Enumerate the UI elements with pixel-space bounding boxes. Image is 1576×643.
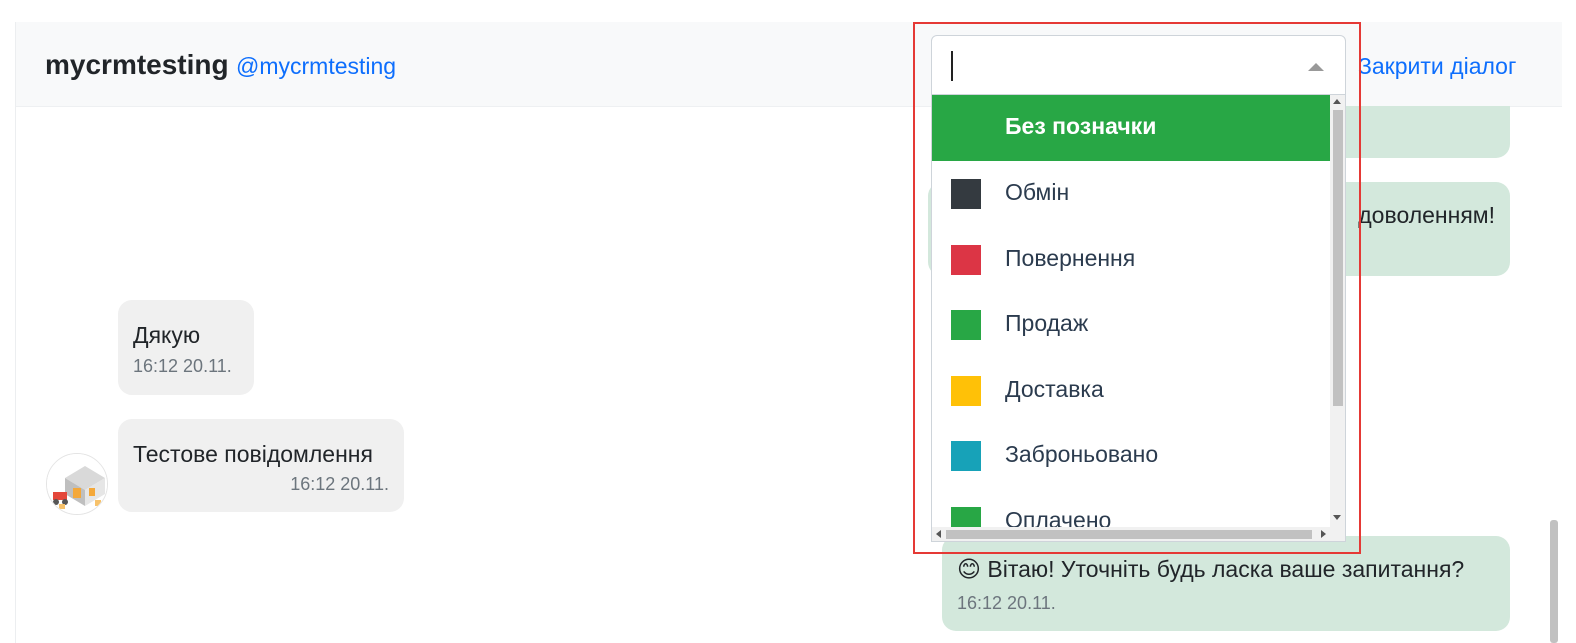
- scrollbar-thumb[interactable]: [946, 530, 1312, 539]
- tag-color-swatch: [951, 441, 981, 471]
- tag-option-label: Продаж: [1005, 310, 1089, 336]
- message-bubble-outgoing: 😊 Вітаю! Уточніть будь ласка ваше запита…: [942, 536, 1510, 631]
- text-cursor: [951, 51, 953, 81]
- message-text: 😊 Вітаю! Уточніть будь ласка ваше запита…: [957, 556, 1464, 583]
- tag-option-reserved[interactable]: Заброньовано: [932, 423, 1330, 489]
- contact-handle-link[interactable]: @mycrmtesting: [236, 53, 396, 80]
- message-time: 16:12 20.11.: [133, 356, 232, 376]
- tag-option-delivery[interactable]: Доставка: [932, 358, 1330, 424]
- scroll-right-arrow-icon[interactable]: [1321, 530, 1326, 538]
- message-text: доволенням!: [1358, 202, 1495, 228]
- message-text: Дякую: [133, 322, 201, 348]
- tag-option-label: Обмін: [1005, 179, 1070, 205]
- tag-option-label: Без позначки: [1005, 113, 1157, 139]
- message-bubble-outgoing: [1328, 106, 1510, 158]
- warehouse-avatar-icon: [47, 454, 107, 514]
- message-bubble-incoming: Тестове повідомлення 16:12 20.11.: [118, 419, 404, 512]
- scroll-down-arrow-icon[interactable]: [1333, 515, 1341, 520]
- tag-select-input[interactable]: [931, 35, 1346, 95]
- contact-name: mycrmtesting: [45, 49, 229, 80]
- message-bubble-incoming: Дякую 16:12 20.11.: [118, 300, 254, 395]
- chevron-up-icon[interactable]: [1308, 63, 1324, 71]
- smile-emoji-icon: 😊: [957, 556, 981, 582]
- message-time: 16:12 20.11.: [290, 474, 389, 494]
- tag-option-label: Повернення: [1005, 245, 1136, 271]
- close-dialog-link[interactable]: Закрити діалог: [1358, 53, 1516, 80]
- options-vertical-scrollbar[interactable]: [1330, 95, 1345, 527]
- scroll-up-arrow-icon[interactable]: [1333, 99, 1341, 104]
- message-time: 16:12 20.11.: [957, 593, 1056, 613]
- tag-option-exchange[interactable]: Обмін: [932, 161, 1330, 227]
- message-body: Вітаю! Уточніть будь ласка ваше запитанн…: [987, 556, 1465, 582]
- tag-option-none[interactable]: Без позначки: [932, 95, 1330, 161]
- tag-option-label: Доставка: [1005, 376, 1104, 402]
- tag-option-label: Заброньовано: [1005, 441, 1159, 467]
- tag-color-swatch: [951, 376, 981, 406]
- tag-option-sale[interactable]: Продаж: [932, 292, 1330, 358]
- options-horizontal-scrollbar[interactable]: [932, 527, 1345, 541]
- chat-scrollbar[interactable]: [1550, 520, 1558, 643]
- scroll-left-arrow-icon[interactable]: [936, 530, 941, 538]
- tag-color-swatch: [951, 310, 981, 340]
- contact-avatar: [46, 453, 108, 515]
- tag-options-list: Без позначки Обмін Повернення Продаж Дос…: [931, 94, 1346, 542]
- tag-color-swatch: [951, 245, 981, 275]
- tag-option-return[interactable]: Повернення: [932, 227, 1330, 293]
- message-text: Тестове повідомлення: [133, 441, 373, 467]
- scrollbar-thumb[interactable]: [1333, 110, 1343, 406]
- tag-color-swatch: [951, 179, 981, 209]
